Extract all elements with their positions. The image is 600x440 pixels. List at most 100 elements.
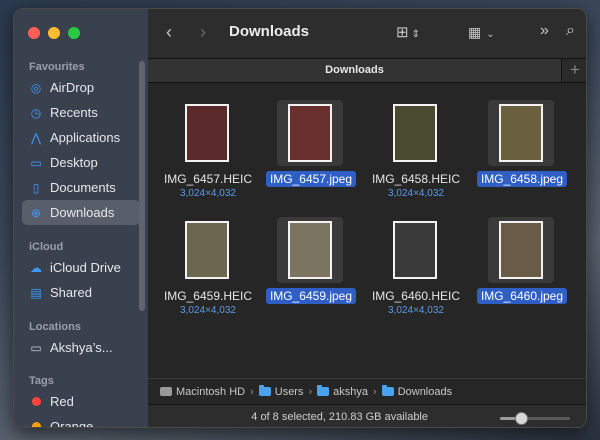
file-item[interactable]: IMG_6460.jpeg xyxy=(472,201,572,311)
sidebar-section-header: Locations xyxy=(29,321,81,333)
path-separator: › xyxy=(373,385,377,398)
sidebar-item-applications[interactable]: ⋀ Applications xyxy=(22,125,140,150)
file-item[interactable]: IMG_6457.HEIC 3,024×4,032 xyxy=(158,84,258,199)
document-icon: ▯ xyxy=(32,180,40,195)
shared-folder-icon: ▤ xyxy=(30,285,42,300)
image-thumbnail-icon xyxy=(393,104,437,162)
slider-knob[interactable] xyxy=(515,412,528,425)
desktop-icon: ▭ xyxy=(30,155,42,170)
image-thumbnail-icon xyxy=(393,221,437,279)
sidebar-favourites: Favourites ◎ AirDrop ◷ Recents ⋀ Applica… xyxy=(14,59,148,225)
file-name: IMG_6457.jpeg xyxy=(261,171,361,187)
sidebar-item-documents[interactable]: ▯ Documents xyxy=(22,175,140,200)
close-button[interactable] xyxy=(28,27,40,39)
more-toolbar-icon[interactable]: » xyxy=(540,22,549,40)
file-item[interactable]: IMG_6458.HEIC 3,024×4,032 xyxy=(366,84,466,199)
folder-icon xyxy=(381,385,394,396)
file-thumbnail xyxy=(488,217,554,283)
sidebar-locations: Locations ▭ Akshya’s... xyxy=(14,319,148,360)
tab-bar: Downloads + xyxy=(148,59,586,83)
folder-icon xyxy=(317,385,330,396)
search-icon[interactable]: ⌕ xyxy=(566,22,575,40)
path-item[interactable]: Users xyxy=(258,385,303,398)
sidebar-item-label: Orange xyxy=(50,419,94,428)
file-thumbnail xyxy=(382,100,448,166)
file-name: IMG_6460.HEIC xyxy=(371,289,461,303)
disk-icon xyxy=(160,387,172,396)
sidebar-item-mac[interactable]: ▭ Akshya’s... xyxy=(22,335,140,360)
sidebar-item-label: Desktop xyxy=(50,155,98,170)
sidebar-item-label: Documents xyxy=(50,180,116,195)
download-icon: ⊕ xyxy=(30,205,42,220)
file-name: IMG_6459.HEIC xyxy=(163,289,253,303)
file-name: IMG_6458.HEIC xyxy=(371,172,461,186)
path-item[interactable]: akshya xyxy=(317,385,368,398)
sidebar-item-label: Applications xyxy=(50,130,121,145)
orange-tag-icon xyxy=(29,420,43,427)
path-item[interactable]: Macintosh HD xyxy=(160,386,245,398)
file-item[interactable]: IMG_6458.jpeg xyxy=(472,84,572,194)
sidebar-item-airdrop[interactable]: ◎ AirDrop xyxy=(22,75,140,100)
main-content: ‹ › Downloads ⊞ ⇕ ▦ ⌄ » ⌕ Downloads + IMG_… xyxy=(148,9,586,427)
status-text: 4 of 8 selected, 210.83 GB available xyxy=(251,411,428,423)
sidebar-tags: Tags Red Orange xyxy=(14,373,148,428)
file-item[interactable]: IMG_6460.HEIC 3,024×4,032 xyxy=(366,201,466,316)
sidebar-section-header: Tags xyxy=(29,375,54,387)
sidebar-section-header: Favourites xyxy=(29,61,85,73)
toolbar: ‹ › Downloads ⊞ ⇕ ▦ ⌄ » ⌕ xyxy=(148,9,586,59)
sidebar-item-desktop[interactable]: ▭ Desktop xyxy=(22,150,140,175)
image-thumbnail-icon xyxy=(185,221,229,279)
sidebar-item-label: AirDrop xyxy=(50,80,95,95)
sidebar-section-header: iCloud xyxy=(29,241,64,253)
file-item[interactable]: IMG_6459.HEIC 3,024×4,032 xyxy=(158,201,258,316)
laptop-icon: ▭ xyxy=(30,340,42,355)
file-dimensions: 3,024×4,032 xyxy=(388,188,444,199)
sidebar-item-downloads[interactable]: ⊕ Downloads xyxy=(22,200,140,225)
sidebar-item-tag-orange[interactable]: Orange xyxy=(22,414,140,428)
image-thumbnail-icon xyxy=(185,104,229,162)
file-dimensions: 3,024×4,032 xyxy=(180,188,236,199)
file-thumbnail xyxy=(382,217,448,283)
chevron-left-icon[interactable]: ‹ xyxy=(166,22,172,43)
red-tag-icon xyxy=(29,395,43,409)
minimize-button[interactable] xyxy=(48,27,60,39)
sidebar-item-shared[interactable]: ▤ Shared xyxy=(22,280,140,305)
image-thumbnail-icon xyxy=(288,221,332,279)
file-dimensions: 3,024×4,032 xyxy=(180,305,236,316)
path-separator: › xyxy=(250,385,254,398)
path-separator: › xyxy=(308,385,313,398)
zoom-button[interactable] xyxy=(68,27,80,39)
sidebar-scrollbar[interactable] xyxy=(139,61,145,311)
sidebar-item-recents[interactable]: ◷ Recents xyxy=(22,100,140,125)
sidebar-item-label: Akshya’s... xyxy=(50,340,113,355)
sidebar-item-label: Recents xyxy=(50,105,98,120)
path-bar: Macintosh HD › Users › akshya › Download… xyxy=(148,378,586,404)
sidebar-item-label: Downloads xyxy=(50,205,115,220)
file-name: IMG_6458.jpeg xyxy=(472,171,572,187)
icon-view-grid-icon[interactable]: ⊞ ⇕ xyxy=(396,23,420,41)
image-thumbnail-icon xyxy=(499,104,543,162)
tab-downloads[interactable]: Downloads xyxy=(148,59,562,82)
add-tab-icon[interactable]: + xyxy=(562,59,586,82)
file-thumbnail xyxy=(277,100,343,166)
file-name: IMG_6457.HEIC xyxy=(163,172,253,186)
window-title: Downloads xyxy=(229,23,310,40)
clock-icon: ◷ xyxy=(30,105,42,120)
image-thumbnail-icon xyxy=(499,221,543,279)
file-thumbnail xyxy=(488,100,554,166)
folder-icon xyxy=(258,385,271,396)
group-by-icon[interactable]: ▦ ⌄ xyxy=(468,24,495,41)
window-controls xyxy=(28,27,80,39)
file-item[interactable]: IMG_6459.jpeg xyxy=(261,201,361,311)
sidebar-item-tag-red[interactable]: Red xyxy=(22,389,140,414)
file-name: IMG_6460.jpeg xyxy=(472,288,572,304)
file-thumbnail xyxy=(277,217,343,283)
file-item[interactable]: IMG_6457.jpeg xyxy=(261,84,361,194)
sidebar-item-icloud-drive[interactable]: ☁ iCloud Drive xyxy=(22,255,140,280)
icon-size-slider[interactable] xyxy=(500,412,570,425)
chevron-right-icon[interactable]: › xyxy=(200,22,206,43)
file-dimensions: 3,024×4,032 xyxy=(388,305,444,316)
applications-icon: ⋀ xyxy=(31,130,41,145)
file-grid: IMG_6457.HEIC 3,024×4,032 IMG_6457.jpeg … xyxy=(148,84,586,374)
path-item[interactable]: Downloads xyxy=(381,385,452,398)
